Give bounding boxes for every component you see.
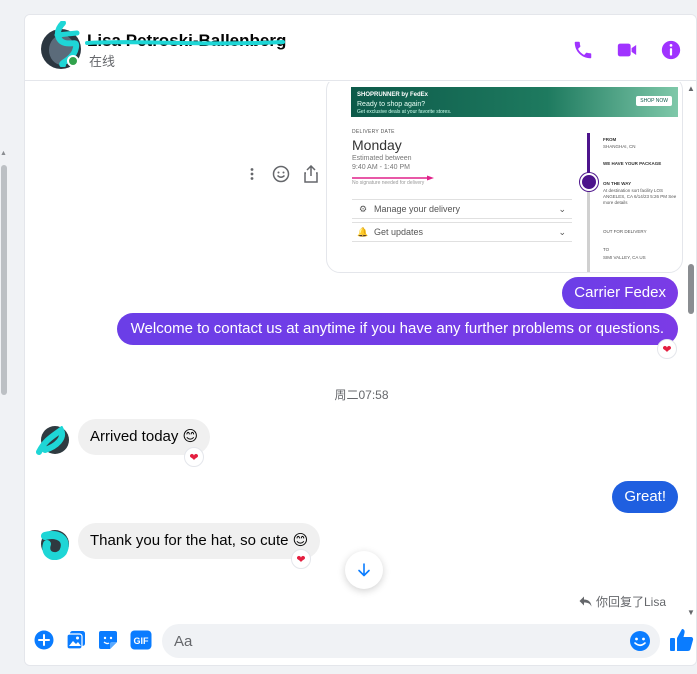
- track-out-for-delivery-title: OUT FOR DELIVERY: [603, 229, 647, 234]
- message-composer: GIF: [25, 619, 696, 665]
- name-redaction-scribble: [85, 40, 285, 46]
- heart-reaction[interactable]: ❤: [184, 447, 204, 467]
- gif-icon: GIF: [130, 630, 152, 650]
- gear-icon: ⚙: [358, 203, 368, 214]
- track-from-title: FROM: [603, 137, 617, 142]
- gif-label: GIF: [134, 636, 150, 646]
- reply-arrow-icon: [579, 596, 592, 607]
- shared-image-attachment[interactable]: SHOPRUNNER by FedEx Ready to shop again?…: [326, 82, 683, 273]
- thumbs-up-icon[interactable]: [669, 627, 695, 653]
- manage-delivery-row: ⚙ Manage your delivery ⌄: [352, 199, 572, 219]
- more-options-button[interactable]: [243, 165, 260, 183]
- share-button[interactable]: [302, 165, 319, 183]
- page-scroll-thumb[interactable]: [1, 165, 7, 395]
- get-updates-label: Get updates: [374, 227, 424, 237]
- heart-reaction[interactable]: ❤: [291, 549, 311, 569]
- video-camera-icon: [617, 43, 637, 57]
- estimated-label: Estimated between: [352, 155, 412, 162]
- chat-window: Lisa Petroski-Ballenberg 在线 SHOPRUNNER b…: [24, 14, 697, 666]
- message-hover-actions: [243, 164, 319, 184]
- gif-button[interactable]: GIF: [129, 629, 153, 651]
- banner-shop-button: SHOP NOW: [636, 96, 672, 106]
- banner-subtitle: Get exclusive deals at your favorite sto…: [357, 109, 452, 115]
- chat-header: Lisa Petroski-Ballenberg 在线: [25, 15, 696, 81]
- page-scroll-up-arrow[interactable]: ▲: [0, 150, 8, 158]
- message-input[interactable]: [162, 624, 660, 658]
- message-scrollbar[interactable]: ▲ ▼: [686, 82, 696, 617]
- sticker-icon: [99, 631, 117, 649]
- scroll-down-arrow[interactable]: ▼: [687, 608, 695, 617]
- online-status-dot: [67, 55, 79, 67]
- arrow-down-icon: [358, 563, 370, 577]
- avatar-redaction-scribble: [41, 531, 69, 560]
- phone-icon: [574, 41, 592, 59]
- incoming-message[interactable]: Thank you for the hat, so cute 😊: [78, 523, 321, 559]
- signature-note: No signature needed for delivery: [352, 180, 425, 186]
- contact-status: 在线: [89, 54, 116, 69]
- outgoing-message[interactable]: Welcome to contact us at anytime if you …: [116, 313, 678, 345]
- estimated-time: 9:40 AM - 1:40 PM: [352, 164, 410, 171]
- scroll-up-arrow[interactable]: ▲: [687, 84, 695, 93]
- info-icon: [661, 40, 681, 60]
- sticker-button[interactable]: [97, 629, 119, 651]
- phone-call-button[interactable]: [570, 37, 596, 63]
- photo-icon: [66, 631, 85, 650]
- chevron-down-icon: ⌄: [558, 226, 566, 237]
- track-to-text: SIMI VALLEY, CA US: [603, 255, 646, 260]
- delivery-day: Monday: [352, 137, 402, 153]
- react-emoji-icon: [272, 165, 290, 183]
- chevron-down-icon: ⌄: [558, 203, 566, 214]
- avatar-redaction-scribble: [36, 426, 65, 455]
- promo-banner: SHOPRUNNER by FedEx Ready to shop again?…: [351, 87, 678, 117]
- share-icon: [303, 165, 318, 183]
- tracking-current-node: [580, 173, 598, 191]
- outgoing-message[interactable]: Carrier Fedex: [562, 277, 678, 309]
- page-scrollbar[interactable]: ▲: [0, 150, 8, 400]
- get-updates-row: 🔔 Get updates ⌄: [352, 222, 572, 242]
- more-options-icon: [250, 168, 253, 180]
- banner-brand: SHOPRUNNER by FedEx: [357, 92, 429, 98]
- react-button[interactable]: [272, 165, 290, 183]
- more-actions-button[interactable]: [33, 629, 55, 651]
- delivery-date-label: DELIVERY DATE: [352, 129, 395, 135]
- outgoing-message[interactable]: Great!: [612, 481, 678, 513]
- conversation-info-button[interactable]: [658, 37, 684, 63]
- plus-icon: [34, 630, 54, 650]
- track-to-title: TO: [603, 247, 610, 252]
- bell-icon: 🔔: [357, 226, 369, 237]
- message-timestamp: 周二07:58: [334, 388, 389, 402]
- banner-title: Ready to shop again?: [357, 101, 426, 108]
- track-on-the-way-title: ON THE WAY: [603, 181, 632, 186]
- heart-reaction[interactable]: ❤: [657, 339, 677, 359]
- jump-to-latest-button[interactable]: [345, 551, 383, 589]
- message-scroll-thumb[interactable]: [688, 264, 694, 314]
- manage-delivery-label: Manage your delivery: [374, 204, 461, 214]
- track-have-package-title: WE HAVE YOUR PACKAGE: [603, 161, 662, 166]
- track-from-text: SHANGHAI, CN: [603, 144, 636, 149]
- replied-indicator: 你回复了Lisa: [579, 593, 666, 610]
- track-on-the-way-text: At destination sort facility LOS ANGELES…: [603, 188, 677, 205]
- replied-text: 你回复了Lisa: [596, 595, 667, 609]
- emoji-picker-icon[interactable]: [629, 630, 651, 652]
- video-call-button[interactable]: [614, 37, 640, 63]
- message-list[interactable]: SHOPRUNNER by FedEx Ready to shop again?…: [25, 82, 696, 617]
- attach-photo-button[interactable]: [65, 629, 87, 651]
